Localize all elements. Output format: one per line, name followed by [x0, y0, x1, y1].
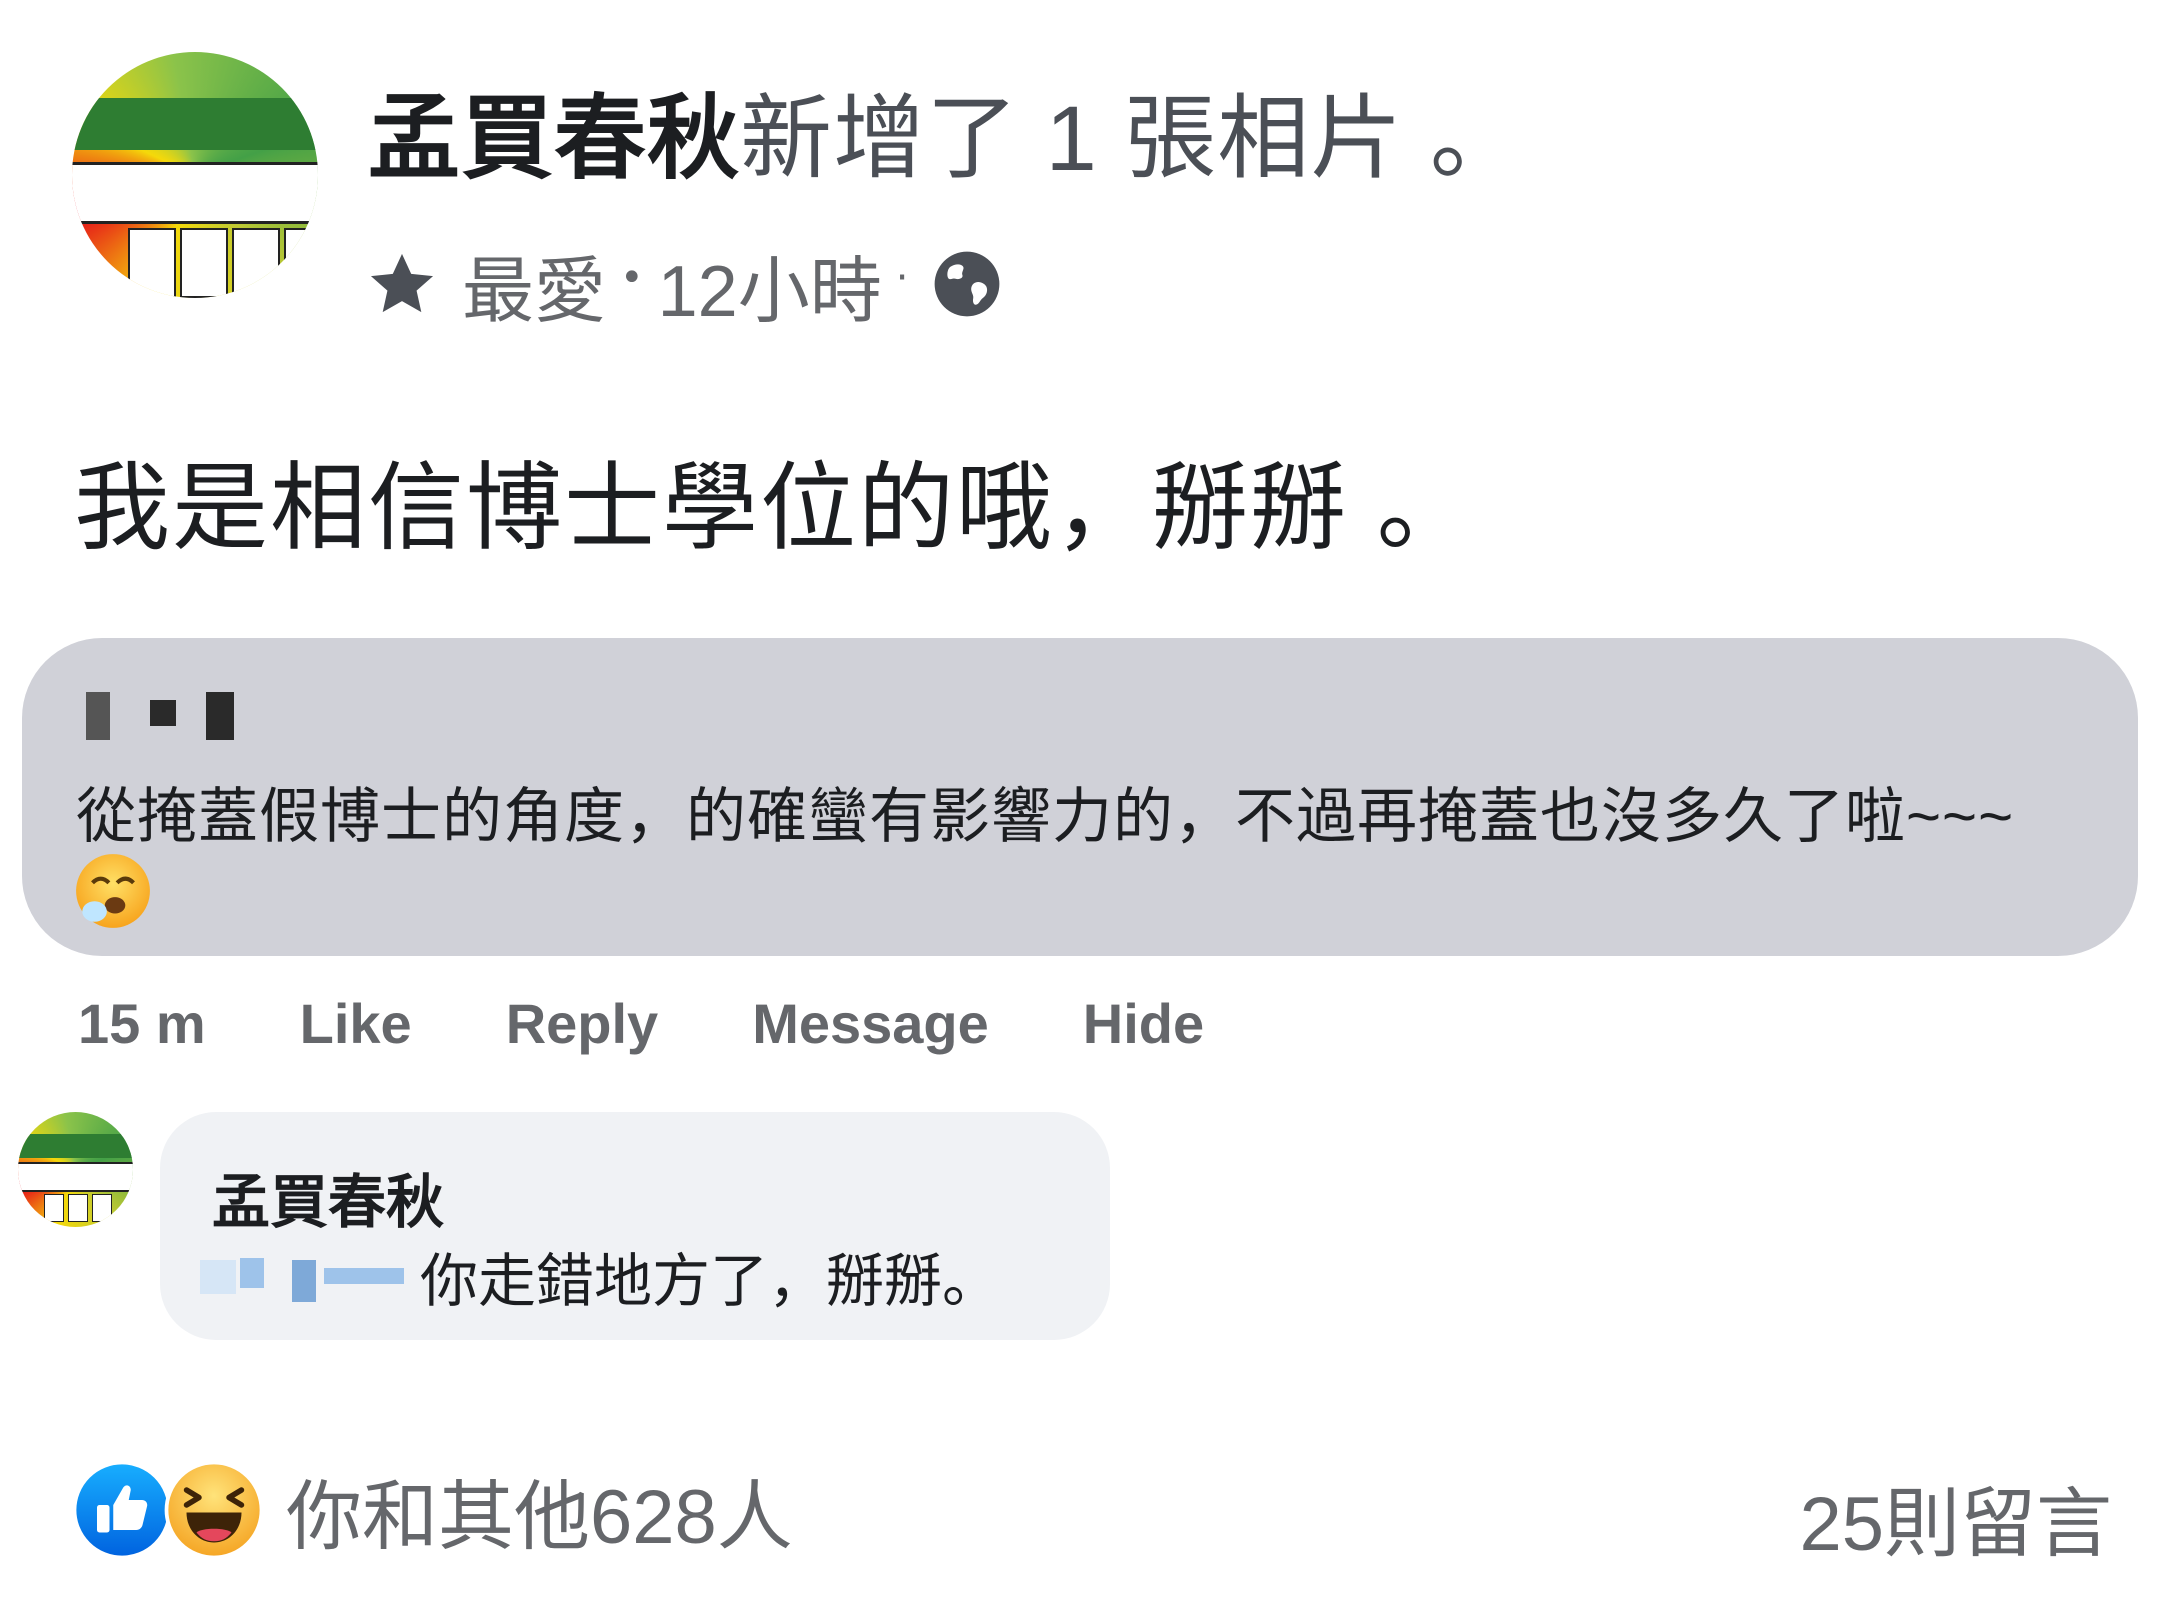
post-header: 孟買春秋 新增了 1 張相片 。: [368, 70, 1523, 190]
like-reaction-icon: [72, 1460, 172, 1560]
reactions-summary[interactable]: 你和其他628人: [72, 1456, 793, 1564]
reply-author-name[interactable]: 孟買春秋: [212, 1155, 444, 1239]
redacted-commenter-name: [86, 692, 110, 740]
post-action-text: 新增了 1 張相片 。: [740, 87, 1523, 190]
post-author-name[interactable]: 孟買春秋: [368, 64, 740, 197]
post-text: 我是相信博士學位的哦，掰掰 。: [74, 455, 1475, 562]
redacted-commenter-name: [150, 700, 176, 726]
comment-reply-button[interactable]: Reply: [506, 991, 659, 1056]
reply-content: 你走錯地方了，掰掰。: [200, 1238, 1000, 1314]
redacted-mention[interactable]: [200, 1246, 412, 1306]
audience-label[interactable]: 最愛: [462, 232, 606, 337]
star-icon: [370, 253, 434, 313]
comment-hide-button[interactable]: Hide: [1083, 991, 1204, 1056]
reactions-count-text[interactable]: 你和其他628人: [286, 1455, 793, 1565]
post-timestamp[interactable]: 12小時: [658, 232, 882, 337]
globe-icon: [935, 251, 1000, 317]
comment-timestamp[interactable]: 15 m: [78, 991, 206, 1056]
haha-reaction-icon: [164, 1460, 264, 1560]
sleepy-face-icon: [76, 854, 150, 928]
redacted-commenter-name: [206, 692, 234, 740]
reply-text: 你走錯地方了，掰掰。: [420, 1249, 1001, 1314]
page-avatar[interactable]: [72, 52, 318, 298]
comment-like-button[interactable]: Like: [300, 991, 412, 1056]
comments-count[interactable]: 25則留言: [1799, 1462, 2112, 1572]
meta-separator: •: [620, 255, 644, 301]
reply-author-avatar[interactable]: [18, 1112, 133, 1227]
meta-separator: ·: [895, 255, 909, 301]
comment-actions: 15 m Like Reply Message Hide: [78, 978, 1204, 1068]
comment-text: 從掩蓋假博士的角度，的確蠻有影響力的，不過再掩蓋也沒多久了啦~~~: [76, 783, 2015, 850]
post-meta: 最愛 • 12小時 ·: [364, 232, 1004, 336]
comment-message-button[interactable]: Message: [752, 991, 989, 1056]
